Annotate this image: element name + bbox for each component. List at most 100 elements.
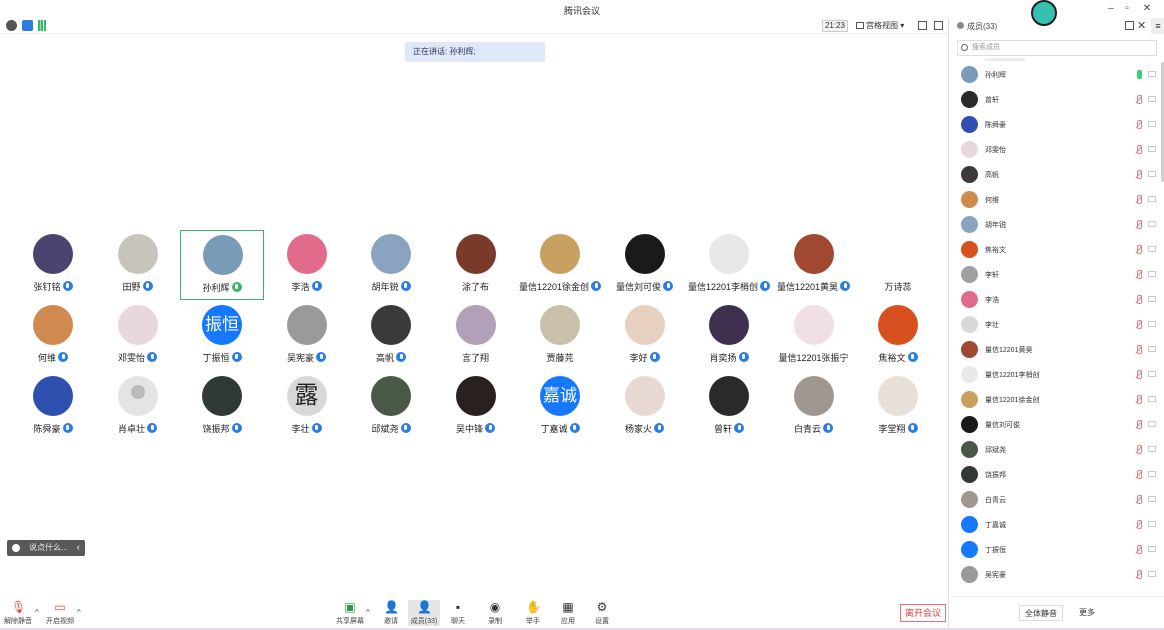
list-item[interactable]: 曾轩 bbox=[949, 87, 1164, 112]
camera-off-icon[interactable] bbox=[1148, 346, 1156, 352]
mic-off-icon[interactable] bbox=[1134, 495, 1143, 504]
list-item[interactable]: 丁振恒 bbox=[949, 537, 1164, 562]
chat-button[interactable]: ▪ 聊天 bbox=[443, 600, 473, 626]
participant-tile[interactable]: 吴宪豪 bbox=[265, 301, 349, 371]
mic-off-icon[interactable] bbox=[1134, 270, 1143, 279]
participant-tile[interactable]: 何维 bbox=[11, 301, 95, 371]
camera-off-icon[interactable] bbox=[1148, 296, 1156, 302]
mic-off-icon[interactable] bbox=[1134, 245, 1143, 254]
info-icon[interactable] bbox=[6, 20, 17, 31]
list-item[interactable]: 邓雯怡 bbox=[949, 137, 1164, 162]
camera-off-icon[interactable] bbox=[1148, 121, 1156, 127]
list-item[interactable]: 邱斌尧 bbox=[949, 437, 1164, 462]
participant-tile[interactable]: 肖奕扬 bbox=[687, 301, 771, 371]
mic-off-icon[interactable] bbox=[1134, 570, 1143, 579]
participant-tile[interactable]: 吴中锋 bbox=[434, 372, 518, 442]
chat-toggle[interactable]: 说点什么... ‹ bbox=[7, 540, 85, 556]
participant-tile[interactable]: 量信12201黄昊 bbox=[772, 230, 856, 300]
close-panel-icon[interactable]: ✕ bbox=[1137, 19, 1146, 32]
list-item[interactable]: 量信12201黄昊 bbox=[949, 337, 1164, 362]
camera-off-icon[interactable] bbox=[1148, 496, 1156, 502]
camera-off-icon[interactable] bbox=[1148, 271, 1156, 277]
camera-off-icon[interactable] bbox=[1148, 196, 1156, 202]
camera-off-icon[interactable] bbox=[1148, 546, 1156, 552]
camera-off-icon[interactable] bbox=[1148, 571, 1156, 577]
participant-tile[interactable]: 陈舜豪 bbox=[11, 372, 95, 442]
unmute-button[interactable]: 🎙 解除静音 bbox=[3, 600, 33, 626]
list-item[interactable]: 量信12201徐金创 bbox=[949, 387, 1164, 412]
sidebar-toggle-icon[interactable] bbox=[934, 21, 943, 30]
participant-tile[interactable]: 田野 bbox=[96, 230, 180, 300]
participant-tile[interactable]: 焦裕文 bbox=[856, 301, 940, 371]
list-item[interactable]: 量信刘可俊 bbox=[949, 412, 1164, 437]
camera-off-icon[interactable] bbox=[1148, 521, 1156, 527]
participant-tile[interactable]: 嘉诚 丁嘉诚 bbox=[518, 372, 602, 442]
camera-off-icon[interactable] bbox=[1148, 321, 1156, 327]
mic-options-caret[interactable]: ^ bbox=[35, 608, 39, 617]
list-item[interactable]: 何维 bbox=[949, 187, 1164, 212]
share-options-caret[interactable]: ^ bbox=[366, 608, 370, 617]
camera-off-icon[interactable] bbox=[1148, 96, 1156, 102]
mic-off-icon[interactable] bbox=[1134, 545, 1143, 554]
mic-off-icon[interactable] bbox=[1134, 345, 1143, 354]
mic-off-icon[interactable] bbox=[1134, 445, 1143, 454]
leave-meeting-button[interactable]: 离开会议 bbox=[900, 604, 946, 622]
participant-tile[interactable]: 量信12201李梢创 bbox=[687, 230, 771, 300]
close-window-button[interactable]: ✕ bbox=[1140, 2, 1154, 16]
invite-button[interactable]: 👤 邀请 bbox=[376, 600, 406, 626]
mute-all-button[interactable]: 全体静音 bbox=[1019, 605, 1063, 621]
start-video-button[interactable]: ▭ 开启视频 bbox=[45, 600, 75, 626]
mic-off-icon[interactable] bbox=[1134, 145, 1143, 154]
mic-off-icon[interactable] bbox=[1134, 520, 1143, 529]
list-item[interactable]: 李轩 bbox=[949, 262, 1164, 287]
participant-tile[interactable]: 胡年锐 bbox=[349, 230, 433, 300]
list-item[interactable]: 饶振邦 bbox=[949, 462, 1164, 487]
mic-off-icon[interactable] bbox=[1134, 195, 1143, 204]
mic-off-icon[interactable] bbox=[1134, 220, 1143, 229]
participant-tile[interactable]: 量信12201张振宁 bbox=[772, 301, 856, 371]
camera-off-icon[interactable] bbox=[1148, 371, 1156, 377]
share-screen-button[interactable]: ▣ 共享屏幕 bbox=[335, 600, 365, 626]
participant-tile[interactable]: 万诗蕊 bbox=[856, 230, 940, 300]
participant-tile[interactable]: 李好 bbox=[603, 301, 687, 371]
apps-button[interactable]: ▦ 应用 bbox=[553, 600, 583, 626]
list-item[interactable]: 陈舜豪 bbox=[949, 112, 1164, 137]
layout-select[interactable]: 宫格视图 ▾ bbox=[856, 20, 910, 32]
participant-tile[interactable]: 量信12201徐金创 bbox=[518, 230, 602, 300]
list-item[interactable]: 丁嘉诚 bbox=[949, 512, 1164, 537]
mic-off-icon[interactable] bbox=[1134, 320, 1143, 329]
more-button[interactable]: 更多 bbox=[1069, 605, 1105, 621]
mic-off-icon[interactable] bbox=[1134, 470, 1143, 479]
participant-tile[interactable]: 涂了布 bbox=[434, 230, 518, 300]
list-item[interactable]: 胡年锐 bbox=[949, 212, 1164, 237]
raise-hand-button[interactable]: ✋ 举手 bbox=[518, 600, 548, 626]
settings-button[interactable]: ⚙ 设置 bbox=[587, 600, 617, 626]
participant-tile[interactable]: 饶振邦 bbox=[180, 372, 264, 442]
participant-tile[interactable]: 量信刘可俊 bbox=[603, 230, 687, 300]
list-item[interactable]: 高帆 bbox=[949, 162, 1164, 187]
mic-off-icon[interactable] bbox=[1134, 295, 1143, 304]
camera-off-icon[interactable] bbox=[1148, 246, 1156, 252]
mic-off-icon[interactable] bbox=[1134, 370, 1143, 379]
minimize-button[interactable]: – bbox=[1104, 2, 1118, 16]
list-item[interactable]: 焦裕文 bbox=[949, 237, 1164, 262]
video-options-caret[interactable]: ^ bbox=[77, 608, 81, 617]
list-item[interactable]: 李浩 bbox=[949, 287, 1164, 312]
participant-tile[interactable]: 振恒 丁振恒 bbox=[180, 301, 264, 371]
participant-tile[interactable]: 言了翔 bbox=[434, 301, 518, 371]
mic-off-icon[interactable] bbox=[1134, 395, 1143, 404]
mic-on-icon[interactable] bbox=[1134, 70, 1143, 79]
camera-off-icon[interactable] bbox=[1148, 471, 1156, 477]
camera-off-icon[interactable] bbox=[1148, 171, 1156, 177]
mic-off-icon[interactable] bbox=[1134, 420, 1143, 429]
record-button[interactable]: ◉ 录制 bbox=[480, 600, 510, 626]
chevron-left-icon[interactable]: ‹ bbox=[77, 540, 80, 556]
list-item[interactable]: 李壮 bbox=[949, 312, 1164, 337]
signal-icon[interactable] bbox=[38, 20, 46, 31]
participant-tile[interactable]: 邓雯怡 bbox=[96, 301, 180, 371]
mic-off-icon[interactable] bbox=[1134, 95, 1143, 104]
participant-tile[interactable]: 肖卓壮 bbox=[96, 372, 180, 442]
participant-tile[interactable]: 白青云 bbox=[772, 372, 856, 442]
list-item[interactable]: 白青云 bbox=[949, 487, 1164, 512]
participant-tile[interactable]: 高帆 bbox=[349, 301, 433, 371]
